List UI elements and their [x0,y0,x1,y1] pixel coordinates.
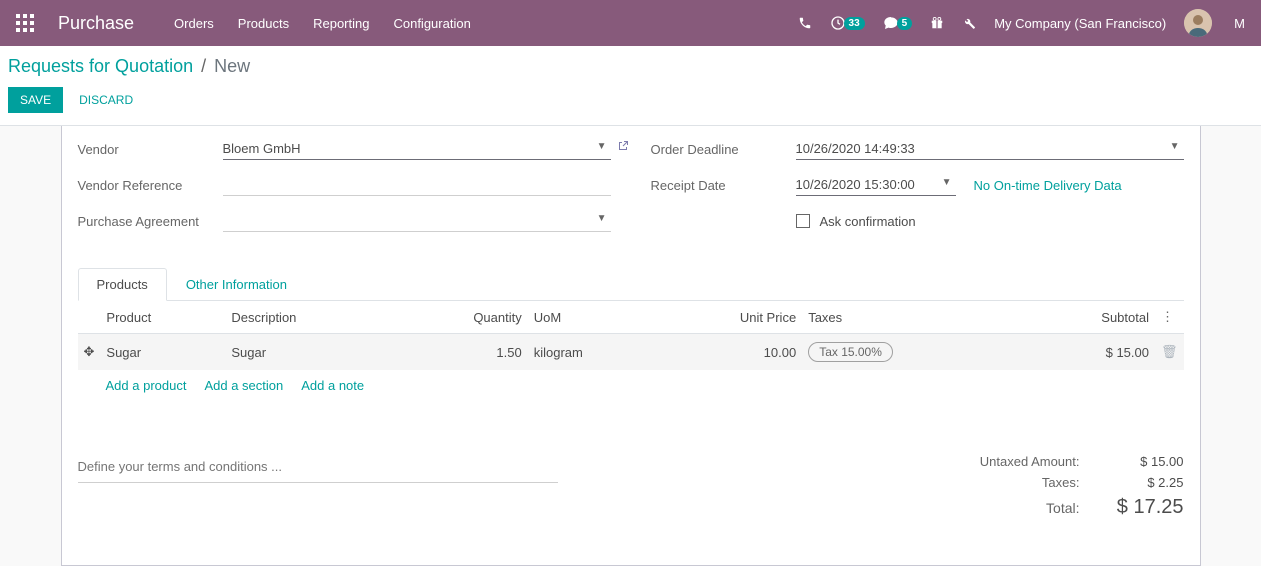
messages-badge: 5 [897,17,913,30]
form-sheet: Vendor ▼ Vendor Reference Purchase Agree… [61,126,1201,566]
phone-icon[interactable] [798,16,812,30]
col-description[interactable]: Description [225,301,394,334]
nav-menu: Orders Products Reporting Configuration [174,16,471,31]
col-quantity[interactable]: Quantity [395,301,528,334]
nav-right: 33 5 My Company (San Francisco) M [798,9,1245,37]
apps-icon[interactable] [16,14,34,32]
col-product[interactable]: Product [100,301,225,334]
nav-item-orders[interactable]: Orders [174,16,214,31]
top-navbar: Purchase Orders Products Reporting Confi… [0,0,1261,46]
tab-products[interactable]: Products [78,268,167,301]
tax-tag[interactable]: Tax 15.00% [808,342,893,362]
messages-icon[interactable]: 5 [883,15,913,31]
col-unit-price[interactable]: Unit Price [662,301,802,334]
nav-item-configuration[interactable]: Configuration [393,16,470,31]
user-initial: M [1234,16,1245,31]
col-subtotal[interactable]: Subtotal [1015,301,1155,334]
save-button[interactable]: Save [8,87,63,113]
col-taxes[interactable]: Taxes [802,301,1015,334]
vendor-label: Vendor [78,142,223,157]
receipt-date-field[interactable] [796,174,956,196]
breadcrumb-parent[interactable]: Requests for Quotation [8,56,193,77]
add-section-link[interactable]: Add a section [204,378,283,393]
cell-product[interactable]: Sugar [100,334,225,371]
table-row[interactable]: ✥ Sugar Sugar 1.50 kilogram 10.00 Tax 15… [78,334,1184,371]
tools-icon[interactable] [962,16,976,30]
chevron-down-icon[interactable]: ▼ [1170,141,1180,152]
total-value: $ 17.25 [1104,496,1184,519]
breadcrumb-current: New [214,56,250,77]
add-product-link[interactable]: Add a product [106,378,187,393]
ask-confirmation-checkbox[interactable] [796,214,810,228]
activity-icon[interactable]: 33 [830,15,865,31]
cell-uom[interactable]: kilogram [528,334,662,371]
vendor-reference-field[interactable] [223,174,611,196]
order-deadline-label: Order Deadline [651,142,796,157]
taxes-label: Taxes: [1042,475,1080,490]
control-panel: Requests for Quotation / New Save Discar… [0,46,1261,126]
order-deadline-field[interactable] [796,138,1184,160]
cell-subtotal: $ 15.00 [1015,334,1155,371]
drag-handle-icon[interactable]: ✥ [84,344,95,359]
notebook-tabs: Products Other Information [78,268,1184,301]
app-brand[interactable]: Purchase [58,13,134,34]
order-lines-table: Product Description Quantity UoM Unit Pr… [78,301,1184,401]
chevron-down-icon[interactable]: ▼ [597,213,607,224]
add-note-link[interactable]: Add a note [301,378,364,393]
vendor-field[interactable] [223,138,611,160]
company-selector[interactable]: My Company (San Francisco) [994,16,1166,31]
receipt-date-label: Receipt Date [651,178,796,193]
total-label: Total: [1046,500,1079,516]
cell-description[interactable]: Sugar [225,334,394,371]
cell-quantity[interactable]: 1.50 [395,334,528,371]
ask-confirmation-label: Ask confirmation [820,214,916,229]
user-avatar[interactable] [1184,9,1212,37]
cell-taxes[interactable]: Tax 15.00% [802,334,1015,371]
external-link-icon[interactable] [617,140,629,155]
purchase-agreement-field[interactable] [223,210,611,232]
purchase-agreement-label: Purchase Agreement [78,214,223,229]
delivery-data-link[interactable]: No On-time Delivery Data [974,178,1122,193]
chevron-down-icon[interactable]: ▼ [597,141,607,152]
untaxed-amount-label: Untaxed Amount: [980,454,1080,469]
untaxed-amount-value: $ 15.00 [1104,454,1184,469]
chevron-down-icon[interactable]: ▼ [942,177,952,188]
nav-item-products[interactable]: Products [238,16,289,31]
tab-other-information[interactable]: Other Information [167,268,306,301]
breadcrumb: Requests for Quotation / New [8,56,1245,77]
trash-icon[interactable]: 🗑 [1161,344,1178,359]
breadcrumb-separator: / [201,56,206,77]
vendor-reference-label: Vendor Reference [78,178,223,193]
kebab-icon[interactable]: ⋮ [1161,309,1174,324]
col-uom[interactable]: UoM [528,301,662,334]
terms-conditions-field[interactable] [78,451,558,483]
gift-icon[interactable] [930,16,944,30]
totals-summary: Untaxed Amount: $ 15.00 Taxes: $ 2.25 To… [904,451,1184,522]
taxes-value: $ 2.25 [1104,475,1184,490]
cell-unit-price[interactable]: 10.00 [662,334,802,371]
nav-item-reporting[interactable]: Reporting [313,16,369,31]
discard-button[interactable]: Discard [79,93,133,107]
activity-badge: 33 [844,17,865,30]
